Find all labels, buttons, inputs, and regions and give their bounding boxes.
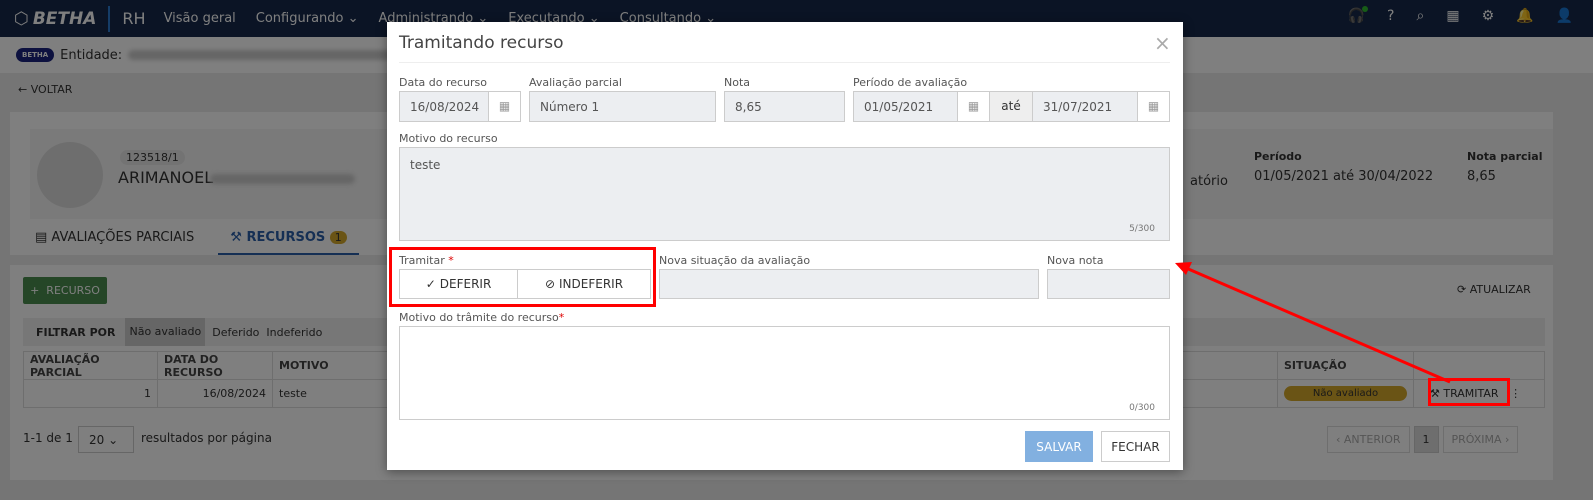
annotation-arrow <box>1175 262 1451 384</box>
